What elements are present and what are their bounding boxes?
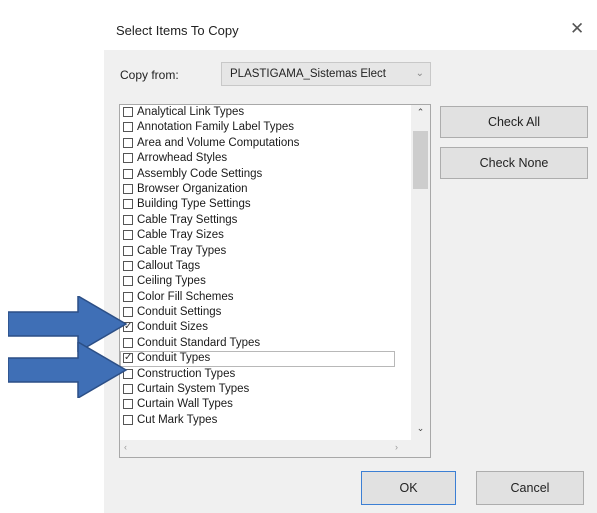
list-item-label: Conduit Sizes <box>137 321 208 334</box>
list-item-label: Curtain Wall Types <box>137 398 233 411</box>
list-item[interactable]: Curtain Wall Types <box>120 397 412 412</box>
list-item[interactable]: Browser Organization <box>120 182 412 197</box>
list-item[interactable]: Color Fill Schemes <box>120 290 412 305</box>
list-item-label: Conduit Standard Types <box>137 336 261 349</box>
list-item[interactable]: Cut Mark Types <box>120 413 412 428</box>
list-item-label: Callout Tags <box>137 259 201 272</box>
list-item[interactable]: Cable Tray Types <box>120 244 412 259</box>
scroll-thumb[interactable] <box>413 131 428 189</box>
list-item-label: Cable Tray Sizes <box>137 229 224 242</box>
ok-button[interactable]: OK <box>361 471 456 505</box>
list-item-label: Browser Organization <box>137 182 248 195</box>
copy-from-dropdown[interactable]: PLASTIGAMA_Sistemas Elect ⌄ <box>221 62 431 86</box>
scroll-down-icon[interactable]: ⌄ <box>411 423 430 437</box>
list-item[interactable]: Ceiling Types <box>120 274 412 289</box>
list-item[interactable]: Annotation Family Label Types <box>120 120 412 135</box>
scroll-right-icon[interactable]: › <box>395 442 398 452</box>
list-item-label: Cut Mark Types <box>137 413 218 426</box>
list-item[interactable]: ✓ Conduit Sizes <box>120 320 412 335</box>
checkbox[interactable] <box>123 153 133 164</box>
check-all-button[interactable]: Check All <box>440 106 588 138</box>
list-item[interactable]: Construction Types <box>120 367 412 382</box>
list-item[interactable]: Analytical Link Types <box>120 105 412 120</box>
checkbox[interactable] <box>123 199 133 210</box>
chevron-down-icon: ⌄ <box>415 68 424 79</box>
close-icon[interactable]: ✕ <box>570 19 584 39</box>
list-item[interactable]: ✓ Conduit Types <box>120 351 395 367</box>
list-item-label: Curtain System Types <box>137 383 250 396</box>
vertical-scrollbar[interactable]: ⌃ ⌄ <box>411 105 430 441</box>
checkbox[interactable] <box>123 230 133 241</box>
select-items-dialog: Select Items To Copy ✕ Copy from: PLASTI… <box>104 6 597 513</box>
list-item[interactable]: Cable Tray Sizes <box>120 228 412 243</box>
list-item-label: Arrowhead Styles <box>137 152 228 165</box>
list-item[interactable]: Callout Tags <box>120 259 412 274</box>
checkbox[interactable] <box>123 260 133 271</box>
horizontal-scrollbar[interactable]: ‹ › <box>120 440 430 457</box>
list-item-label: Conduit Settings <box>137 306 222 319</box>
list-item-label: Building Type Settings <box>137 198 251 211</box>
checkbox[interactable] <box>123 276 133 287</box>
checkbox[interactable] <box>123 137 133 148</box>
dialog-title: Select Items To Copy <box>116 23 239 38</box>
list-item-label: Assembly Code Settings <box>137 167 263 180</box>
checkbox[interactable] <box>123 245 133 256</box>
cancel-button[interactable]: Cancel <box>476 471 584 505</box>
list-item-label: Analytical Link Types <box>137 106 245 118</box>
copy-from-label: Copy from: <box>120 68 179 82</box>
checkbox[interactable] <box>123 168 133 179</box>
list-item-label: Color Fill Schemes <box>137 290 234 303</box>
checkbox[interactable] <box>123 414 133 425</box>
dialog-titlebar: Select Items To Copy ✕ <box>104 6 597 50</box>
checkbox[interactable] <box>123 107 133 117</box>
scroll-left-icon[interactable]: ‹ <box>124 442 127 452</box>
items-list: Analytical Link Types Annotation Family L… <box>120 105 412 428</box>
checkbox[interactable] <box>123 399 133 410</box>
list-item-label: Annotation Family Label Types <box>137 121 295 134</box>
items-listbox[interactable]: Analytical Link Types Annotation Family L… <box>119 104 431 458</box>
list-item[interactable]: Arrowhead Styles <box>120 151 412 166</box>
list-item-label: Area and Volume Computations <box>137 136 300 149</box>
arrow-pointer-icon <box>8 342 128 398</box>
list-item-label: Ceiling Types <box>137 275 206 288</box>
list-item-label: Cable Tray Types <box>137 244 227 257</box>
list-item[interactable]: Conduit Settings <box>120 305 412 320</box>
copy-from-value: PLASTIGAMA_Sistemas Elect <box>230 68 386 80</box>
list-item-label: Conduit Types <box>137 352 211 365</box>
list-item[interactable]: Assembly Code Settings <box>120 167 412 182</box>
list-item-label: Cable Tray Settings <box>137 213 238 226</box>
list-item[interactable]: Curtain System Types <box>120 382 412 397</box>
list-item[interactable]: Conduit Standard Types <box>120 336 412 351</box>
list-item[interactable]: Cable Tray Settings <box>120 213 412 228</box>
list-item-label: Construction Types <box>137 367 236 380</box>
arrow-pointer-shape <box>8 342 128 398</box>
scroll-up-icon[interactable]: ⌃ <box>411 107 430 121</box>
checkbox[interactable] <box>123 183 133 194</box>
checkbox[interactable] <box>123 122 133 133</box>
list-item[interactable]: Building Type Settings <box>120 197 412 212</box>
check-none-button[interactable]: Check None <box>440 147 588 179</box>
checkbox[interactable] <box>123 214 133 225</box>
list-item[interactable]: Area and Volume Computations <box>120 136 412 151</box>
